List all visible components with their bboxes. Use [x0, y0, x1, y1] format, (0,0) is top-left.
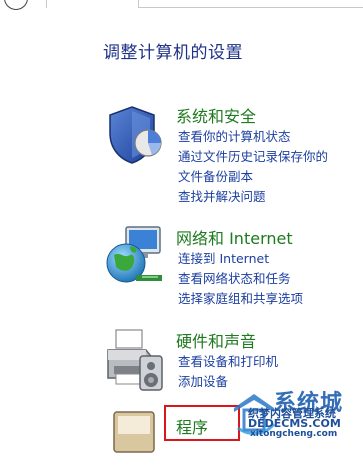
- printer-icon[interactable]: [102, 328, 166, 392]
- top-toolbar: [0, 0, 363, 10]
- link-homegroup[interactable]: 选择家庭组和共享选项: [178, 289, 303, 309]
- network-globe-icon[interactable]: [102, 225, 166, 289]
- page-title: 调整计算机的设置: [103, 43, 243, 63]
- category-title[interactable]: 网络和 Internet: [176, 225, 293, 249]
- link-connect-internet[interactable]: 连接到 Internet: [178, 249, 303, 269]
- watermark-line: xitongcheng.com: [250, 429, 338, 439]
- link-network-status[interactable]: 查看网络状态和任务: [178, 269, 303, 289]
- category-links: 查看你的计算机状态 通过文件历史记录保存你的 文件备份副本 查找并解决问题: [178, 127, 328, 207]
- link-file-history[interactable]: 通过文件历史记录保存你的: [178, 147, 328, 167]
- category-title[interactable]: 硬件和声音: [176, 328, 256, 352]
- programs-highlight-box: [164, 405, 240, 441]
- address-bar[interactable]: [138, 0, 363, 8]
- link-troubleshoot[interactable]: 查找并解决问题: [178, 187, 328, 207]
- link-devices-printers[interactable]: 查看设备和打印机: [178, 352, 278, 372]
- toolbar-divider: [46, 0, 47, 8]
- category-links: 连接到 Internet 查看网络状态和任务 选择家庭组和共享选项: [178, 249, 303, 309]
- programs-icon[interactable]: [102, 410, 166, 474]
- link-view-computer-status[interactable]: 查看你的计算机状态: [178, 127, 328, 147]
- category-title[interactable]: 系统和安全: [176, 103, 256, 127]
- back-button[interactable]: [4, 0, 28, 10]
- shield-icon[interactable]: [102, 103, 166, 167]
- category-links: 查看设备和打印机 添加设备: [178, 352, 278, 392]
- link-file-history-cont[interactable]: 文件备份副本: [178, 167, 328, 187]
